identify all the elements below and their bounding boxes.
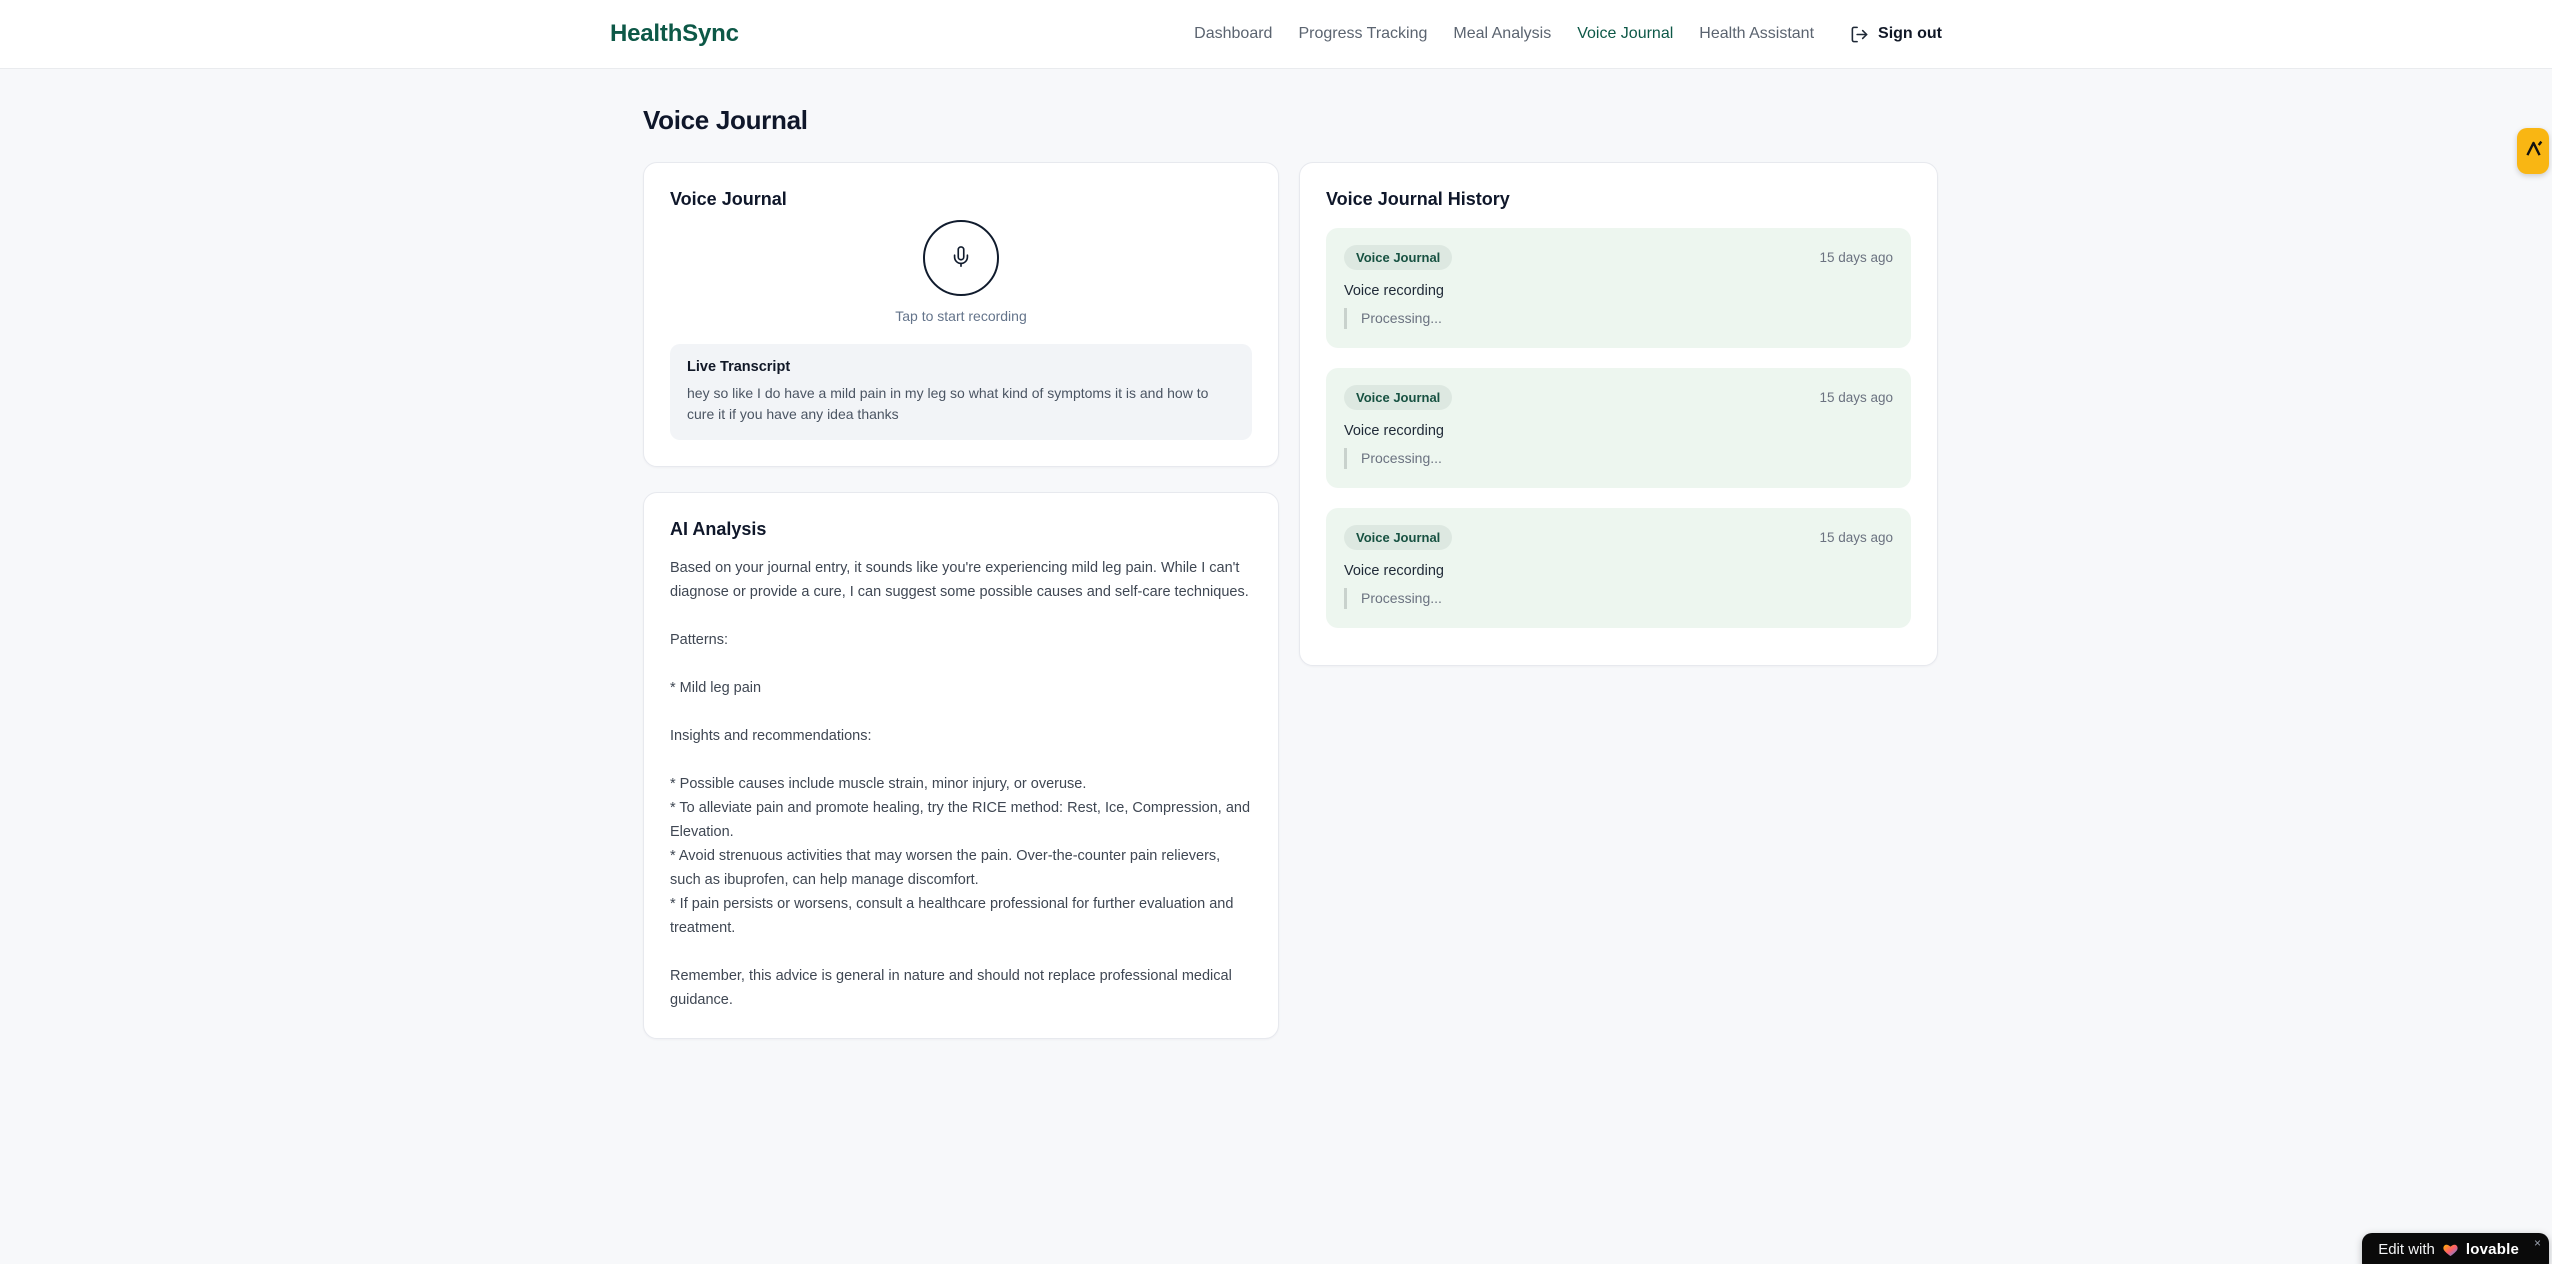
side-widget-tab[interactable] bbox=[2517, 128, 2549, 174]
history-entry[interactable]: Voice Journal 15 days ago Voice recordin… bbox=[1326, 228, 1911, 348]
transcript-title: Live Transcript bbox=[687, 359, 791, 375]
entry-text: Voice recording bbox=[1344, 563, 1444, 579]
entry-text: Voice recording bbox=[1344, 423, 1444, 439]
transcript-text: hey so like I do have a mild pain in my … bbox=[687, 385, 1209, 422]
entry-status: Processing... bbox=[1344, 448, 1893, 469]
record-button[interactable] bbox=[923, 220, 999, 296]
page-title: Voice Journal bbox=[643, 105, 808, 135]
top-nav: HealthSync Dashboard Progress Tracking M… bbox=[0, 0, 2552, 69]
sign-out-button[interactable]: Sign out bbox=[1850, 25, 1942, 44]
nav-progress-tracking[interactable]: Progress Tracking bbox=[1298, 25, 1427, 43]
microphone-icon bbox=[950, 245, 972, 271]
lovable-prefix: Edit with bbox=[2378, 1241, 2435, 1258]
analysis-text: Based on your journal entry, it sounds l… bbox=[670, 560, 1251, 1008]
history-card: Voice Journal History Voice Journal 15 d… bbox=[1299, 162, 1938, 666]
entry-status: Processing... bbox=[1344, 588, 1893, 609]
lovable-brand: lovable bbox=[2465, 1241, 2519, 1258]
entry-timestamp: 15 days ago bbox=[1819, 530, 1893, 545]
ai-analysis-card: AI Analysis Based on your journal entry,… bbox=[643, 492, 1279, 1039]
entry-text: Voice recording bbox=[1344, 283, 1444, 299]
nav-dashboard[interactable]: Dashboard bbox=[1194, 25, 1272, 43]
recorder-card-title: Voice Journal bbox=[670, 189, 787, 209]
nav-voice-journal[interactable]: Voice Journal bbox=[1577, 25, 1673, 43]
main-content: Voice Journal Voice Journal Tap to start… bbox=[610, 69, 1942, 1039]
right-column: Voice Journal History Voice Journal 15 d… bbox=[1299, 162, 1938, 666]
entry-status: Processing... bbox=[1344, 308, 1893, 329]
lovable-badge[interactable]: Edit with lovable × bbox=[2362, 1233, 2549, 1264]
logo-icon bbox=[2524, 139, 2543, 163]
history-card-title: Voice Journal History bbox=[1326, 189, 1510, 209]
live-transcript-box: Live Transcript hey so like I do have a … bbox=[670, 344, 1252, 440]
entry-type-badge: Voice Journal bbox=[1344, 525, 1453, 550]
entry-type-badge: Voice Journal bbox=[1344, 245, 1453, 270]
close-icon[interactable]: × bbox=[2534, 1236, 2541, 1250]
nav-health-assistant[interactable]: Health Assistant bbox=[1699, 25, 1814, 43]
history-list: Voice Journal 15 days ago Voice recordin… bbox=[1326, 228, 1911, 628]
record-hint: Tap to start recording bbox=[895, 308, 1027, 324]
sign-out-label: Sign out bbox=[1878, 25, 1942, 42]
analysis-card-title: AI Analysis bbox=[670, 519, 767, 539]
entry-timestamp: 15 days ago bbox=[1819, 390, 1893, 405]
log-out-icon bbox=[1850, 25, 1869, 44]
entry-timestamp: 15 days ago bbox=[1819, 250, 1893, 265]
entry-type-badge: Voice Journal bbox=[1344, 385, 1453, 410]
app-logo[interactable]: HealthSync bbox=[610, 20, 739, 48]
left-column: Voice Journal Tap to start recording Liv… bbox=[643, 162, 1279, 1039]
nav-meal-analysis[interactable]: Meal Analysis bbox=[1453, 25, 1551, 43]
heart-icon bbox=[2442, 1242, 2459, 1262]
history-entry[interactable]: Voice Journal 15 days ago Voice recordin… bbox=[1326, 508, 1911, 628]
history-entry[interactable]: Voice Journal 15 days ago Voice recordin… bbox=[1326, 368, 1911, 488]
voice-recorder-card: Voice Journal Tap to start recording Liv… bbox=[643, 162, 1279, 467]
main-nav: Dashboard Progress Tracking Meal Analysi… bbox=[1194, 25, 1942, 44]
